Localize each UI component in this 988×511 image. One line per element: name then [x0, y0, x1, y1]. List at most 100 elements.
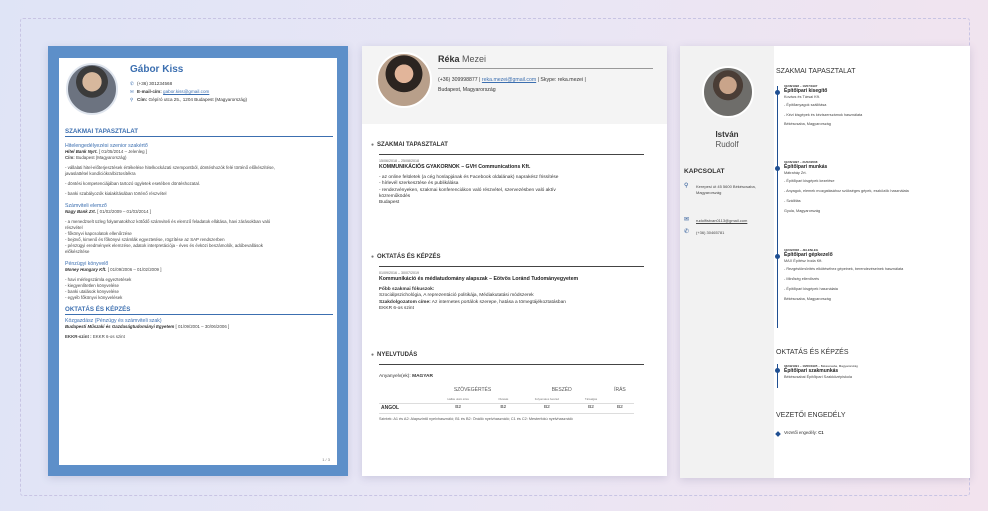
- contact-block: ✆ (+36) 301234568 ✉ E-mail-cím: gabor.kiss…: [130, 80, 247, 104]
- email-link[interactable]: reka.mezei@gmail.com: [482, 77, 536, 83]
- email-icon: ✉: [684, 217, 690, 223]
- sub-reading: Olvasás: [498, 396, 509, 401]
- job-line: - egyéb főkönyvi könyvelések: [65, 295, 123, 300]
- level-scale-note: Szintek: A1 és A2: Alapszintű nyelvhaszn…: [379, 416, 573, 421]
- experience-block: 15/06/2018 – 25/08/2018 KOMMUNIKÁCIÓS GY…: [379, 158, 649, 207]
- mother-tongue-label: Anyanyelv(ek):: [379, 374, 411, 379]
- cv1-body: SZAKMAI TAPASZTALAT Hitelengedélyezési s…: [65, 125, 333, 340]
- blue-border-bottom: [48, 465, 348, 476]
- timeline-node: [775, 368, 780, 373]
- company: Mátraháy Zrt.: [784, 170, 807, 175]
- section-rule: [379, 154, 644, 155]
- candidate-name: Réka Mezei: [438, 54, 486, 64]
- license-line: Vezetői engedély: C1: [784, 430, 824, 435]
- job-city: Budapest (Magyarország): [76, 155, 127, 160]
- phone-number: (+36) 301234568: [137, 81, 173, 86]
- language-block: Anyanyelv(ek): MAGYAR SZÖVEGÉRTÉS BESZÉD…: [379, 374, 649, 422]
- blue-border-left: [48, 46, 59, 476]
- language-table: SZÖVEGÉRTÉS BESZÉD ÍRÁS Hallás utáni ért…: [379, 386, 634, 414]
- city: Budapest, Magyarország: [438, 87, 496, 93]
- job-dates: [ 01/09/2006 – 01/02/2009 ]: [107, 267, 162, 272]
- sub-production: Társalgás: [584, 396, 598, 401]
- ekkr-label: EKKR-szint :: [65, 334, 92, 339]
- language-name: ANGOL: [379, 403, 428, 414]
- cv-reka-mezei[interactable]: Réka Mezei (+36) 309998877 | reka.mezei@…: [362, 46, 667, 476]
- job-item: - Rezgéstömörítés elkötéséhez gépeinek, …: [784, 266, 904, 271]
- contact-line: (+36) 309998877 | reka.mezei@gmail.com |…: [438, 77, 586, 83]
- job-item: - Építőipari kisgépek kezelése: [784, 178, 835, 183]
- level-cell: B2: [427, 403, 489, 414]
- license-heading: VEZETŐI ENGEDÉLY: [776, 412, 846, 419]
- phone-item: ✆ (+36) 30465781: [684, 229, 772, 238]
- exp-line: Budapest: [379, 200, 400, 206]
- license-value: C1: [818, 430, 824, 435]
- sub-interaction: Folyamatos beszéd: [534, 396, 560, 401]
- job-city: Békéscsaba, Magyarország: [784, 122, 831, 127]
- location-pin-icon: ⚲: [130, 97, 134, 102]
- first-name: Réka: [438, 54, 460, 64]
- phone-icon: ✆: [684, 229, 690, 235]
- job-item: - Szállítás: [784, 199, 801, 204]
- email-item[interactable]: ✉ rudolfistvan0113@gmail.com: [684, 217, 772, 226]
- city-label: Cím:: [65, 155, 75, 160]
- col-writing: ÍRÁS: [614, 387, 626, 394]
- job-item: - Kézi kisgépek és kéziszerszámok haszná…: [784, 113, 863, 118]
- phone-icon: ✆: [130, 81, 134, 86]
- email-link[interactable]: gabor.kiss@gmail.com: [163, 89, 209, 94]
- level-cell: B2: [576, 403, 606, 414]
- company: MAX Építész Iroda Kft.: [784, 258, 823, 263]
- education-heading: OKTATÁS ÉS KÉPZÉS: [776, 349, 849, 356]
- address-item: ⚲ Kerepesi út 45 5600 Békéscsaba, Magyar…: [684, 183, 772, 212]
- job-city: Gyula, Magyarország: [784, 208, 821, 213]
- phone-number: (+36) 30465781: [696, 230, 725, 235]
- ekkr-level: EKKR 6-os szint: [92, 334, 125, 339]
- section-rule: [379, 364, 644, 365]
- address: Gépíró utca 25., 1204 Budapest (Magyaror…: [148, 97, 248, 102]
- main-column: SZAKMAI TAPASZTALAT 01/08/1998 – 10/07/1…: [774, 46, 970, 478]
- education-entry: 04/09/1991 – 10/06/1995 – Békéscsaba, Ma…: [784, 364, 964, 380]
- job-item: - Építőanyagok szállítása: [784, 102, 827, 107]
- email-link[interactable]: rudolfistvan0113@gmail.com: [696, 218, 770, 224]
- cv-istvan-rudolf[interactable]: István Rudolf KAPCSOLAT ⚲ Kerepesi út 45…: [680, 46, 970, 478]
- company: Nagy Bank Zrt.: [65, 209, 96, 214]
- timeline-node: [775, 166, 780, 171]
- job-entry: 01/06/1997 – 21/02/2008 Építőipari munká…: [784, 160, 964, 214]
- level-cell: B2: [488, 403, 518, 414]
- page-number: 1 / 3: [322, 457, 330, 462]
- location-pin-icon: ⚲: [684, 183, 689, 189]
- language-heading: ● NYELVTUDÁS: [371, 352, 418, 358]
- last-name: Mezei: [462, 54, 487, 64]
- experience-heading: SZAKMAI TAPASZTALAT: [65, 128, 333, 137]
- job-item: - Építőipari kisgépek használata: [784, 287, 838, 292]
- education-heading: OKTATÁS ÉS KÉPZÉS: [65, 306, 333, 315]
- job-entry: 10/03/2008 – JELENLEG Építőipari gépkeze…: [784, 248, 964, 302]
- section-rule: [379, 266, 644, 267]
- job-item: - Anyagok, elemek mozgatásához szükséges…: [784, 189, 909, 194]
- job-line: - banki szabályozók kialakításában törté…: [65, 191, 167, 196]
- edu-dates: [ 01/09/2001 – 30/06/2006 ]: [175, 324, 230, 329]
- email-icon: ✉: [130, 89, 134, 94]
- timeline-node: [775, 90, 780, 95]
- address-label: Cím:: [137, 97, 148, 102]
- language-heading-text: NYELVTUDÁS: [377, 352, 418, 358]
- col-speaking: BESZÉD: [551, 387, 572, 394]
- contact-heading: KAPCSOLAT: [684, 168, 725, 175]
- profile-photo: [376, 52, 432, 108]
- job-entry: 01/08/1998 – 10/07/1997 Építőipari kiseg…: [784, 84, 964, 128]
- profile-photo: [66, 63, 118, 115]
- level-cell: B2: [605, 403, 634, 414]
- ekkr-level: EKKR 6-os szint: [379, 306, 414, 312]
- school: Békéscsabai Építőipari Szakközépiskola: [784, 374, 852, 379]
- candidate-name: Gábor Kiss: [130, 64, 184, 75]
- diamond-bullet-icon: [775, 431, 781, 437]
- email-label: E-mail-cím:: [137, 89, 162, 94]
- job-dates: [ 01/02/2009 – 01/03/2014 ]: [97, 209, 151, 214]
- last-name: Rudolf: [715, 140, 739, 149]
- education-heading: ● OKTATÁS ÉS KÉPZÉS: [371, 254, 441, 260]
- company: Hitel Bank Nyrt.: [65, 149, 98, 154]
- level-cell: B2: [517, 403, 577, 414]
- mother-tongue: MAGYAR: [412, 374, 433, 379]
- cv-gabor-kiss[interactable]: Gábor Kiss ✆ (+36) 301234568 ✉ E-mail-cím:…: [48, 46, 348, 476]
- experience-heading: ● SZAKMAI TAPASZTALAT: [371, 142, 448, 148]
- address: Kerepesi út 45 5600 Békéscsaba, Magyaror…: [696, 184, 756, 195]
